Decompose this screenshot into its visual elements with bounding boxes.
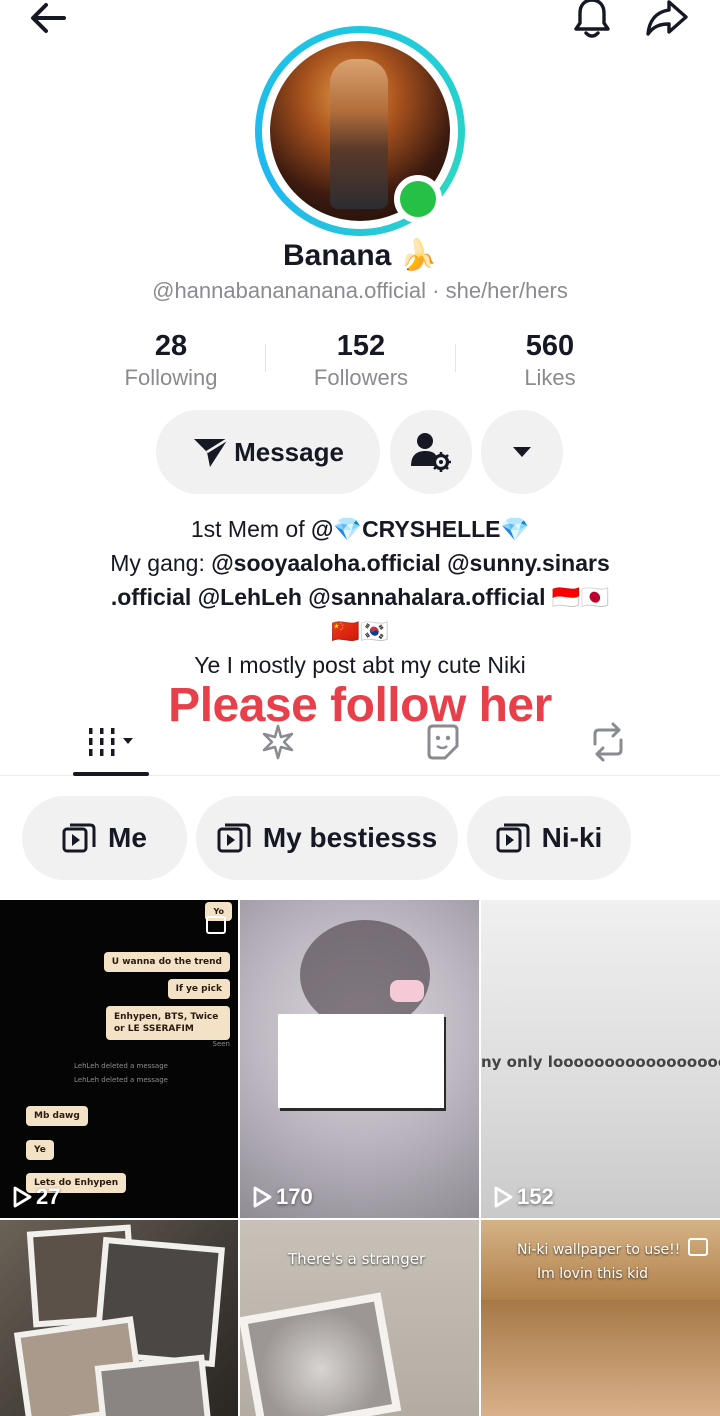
play-icon [494, 1186, 513, 1208]
playlist-me[interactable]: Me [22, 796, 187, 880]
playlist-label: My bestiesss [262, 822, 438, 853]
share-icon [646, 0, 688, 36]
playlist-icon [62, 823, 96, 853]
following-count: 28 [154, 330, 188, 362]
video-thumbnail[interactable]: ny only looooooooooooooooooo 152 [481, 900, 720, 1218]
sticker-box [278, 1014, 444, 1108]
bio-line-4: 🇨🇳🇰🇷 [331, 618, 389, 644]
notifications-button[interactable] [570, 0, 614, 40]
bio-line-3: .official @LehLeh @sannahalara.official … [110, 584, 610, 610]
stat-followers[interactable]: 152 Followers [281, 328, 441, 392]
following-label: Following [124, 365, 218, 390]
share-button[interactable] [642, 0, 692, 40]
video-thumbnail[interactable] [0, 1220, 238, 1416]
stat-divider [265, 344, 266, 372]
profile-name: Banana 🍌 [282, 239, 438, 272]
video-thumbnail[interactable]: Yo U wanna do the trend If ye pick Enhyp… [0, 900, 238, 1218]
bio-mention[interactable]: @sooyaaloha.official @sunny.sinars [211, 550, 609, 576]
add-friend-button[interactable] [390, 410, 472, 494]
bio-line-2: My gang: @sooyaaloha.official @sunny.sin… [110, 550, 610, 576]
playlist-icon [217, 823, 251, 853]
stat-divider [455, 344, 456, 372]
followers-label: Followers [313, 365, 409, 390]
video-thumbnail[interactable]: There's a stranger [240, 1220, 479, 1416]
multi-photo-icon [206, 916, 226, 934]
message-label: Message [234, 436, 344, 467]
send-icon [194, 437, 229, 467]
bio-line-5: Ye I mostly post abt my cute Niki [194, 652, 526, 678]
active-tab-indicator [73, 772, 149, 776]
playlist-label: Ni-ki [541, 822, 603, 853]
overlay-caption: Please follow her [168, 679, 552, 732]
back-button[interactable] [26, 0, 70, 38]
likes-label: Likes [524, 365, 576, 390]
playlist-icon [496, 823, 530, 853]
playlist-niki[interactable]: Ni-ki [467, 796, 631, 880]
stat-likes[interactable]: 560 Likes [470, 328, 630, 392]
caret-down-icon [513, 447, 531, 457]
online-status-indicator [394, 175, 442, 223]
video-thumbnail[interactable]: 170 [240, 900, 479, 1218]
playlist-label: Me [108, 822, 147, 853]
bio-mention[interactable]: @💎CRYSHELLE💎 [311, 516, 529, 542]
likes-count: 560 [525, 330, 575, 362]
stat-following[interactable]: 28 Following [91, 328, 251, 392]
view-count: 27 [12, 1184, 60, 1210]
message-button[interactable]: Message [156, 410, 380, 494]
user-settings-icon [411, 433, 451, 472]
video-thumbnail[interactable]: Ni-ki wallpaper to use!! Im lovin this k… [481, 1220, 720, 1416]
view-count: 170 [252, 1184, 313, 1210]
view-count: 152 [493, 1184, 554, 1210]
followers-count: 152 [336, 330, 386, 362]
profile-handle: @hannabanananana.official · she/her/hers [152, 278, 568, 303]
play-icon [253, 1186, 272, 1208]
bow-decoration [390, 980, 424, 1002]
bell-icon [574, 0, 610, 38]
multi-photo-icon [688, 1238, 708, 1256]
arrow-left-icon [31, 3, 66, 33]
playlist-bestiesss[interactable]: My bestiesss [196, 796, 458, 880]
bio-mention[interactable]: .official @LehLeh @sannahalara.official [111, 584, 546, 610]
more-options-button[interactable] [481, 410, 563, 494]
play-icon [13, 1186, 32, 1208]
bio-line-1: 1st Mem of @💎CRYSHELLE💎 [190, 516, 530, 542]
